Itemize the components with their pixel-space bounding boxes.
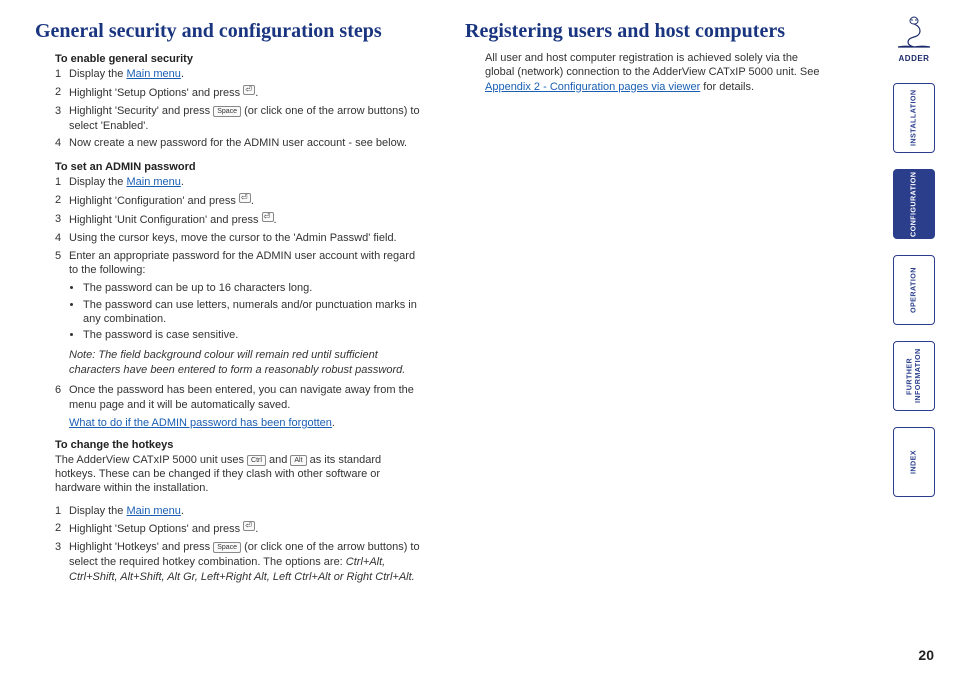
- space-key-icon: Space: [213, 542, 241, 553]
- ctrl-key-icon: Ctrl: [247, 455, 266, 466]
- sidebar: ADDER INSTALLATION CONFIGURATION OPERATI…: [884, 15, 944, 497]
- steps-change-hotkeys: 1Display the Main menu. 2Highlight 'Setu…: [55, 504, 425, 585]
- right-column: Registering users and host computers All…: [455, 20, 855, 665]
- link-forgotten-password[interactable]: What to do if the ADMIN password has bee…: [69, 417, 332, 429]
- nav-tabs: INSTALLATION CONFIGURATION OPERATION FUR…: [893, 83, 935, 497]
- hotkeys-intro: The AdderView CATxIP 5000 unit uses Ctrl…: [55, 453, 425, 496]
- brand-text: ADDER: [894, 54, 934, 63]
- subhead-change-hotkeys: To change the hotkeys: [55, 439, 425, 451]
- subhead-set-admin-password: To set an ADMIN password: [55, 161, 425, 173]
- password-rules: The password can be up to 16 characters …: [83, 281, 425, 342]
- enter-key-icon: [239, 193, 251, 203]
- tab-further-information[interactable]: FURTHER INFORMATION: [893, 341, 935, 411]
- brand-logo: ADDER: [894, 15, 934, 63]
- enter-key-icon: [243, 85, 255, 95]
- page-number: 20: [918, 647, 934, 663]
- password-note: Note: The field background colour will r…: [69, 348, 425, 377]
- enter-key-icon: [243, 521, 255, 531]
- alt-key-icon: Alt: [290, 455, 306, 466]
- tab-configuration[interactable]: CONFIGURATION: [893, 169, 935, 239]
- steps-admin-password: 1Display the Main menu. 2Highlight 'Conf…: [55, 175, 425, 278]
- link-main-menu[interactable]: Main menu: [126, 176, 180, 188]
- link-main-menu[interactable]: Main menu: [126, 68, 180, 80]
- heading-general-security: General security and configuration steps: [35, 20, 425, 43]
- heading-registering-users: Registering users and host computers: [465, 20, 825, 43]
- enter-key-icon: [262, 212, 274, 222]
- left-column: General security and configuration steps…: [35, 20, 455, 665]
- link-main-menu[interactable]: Main menu: [126, 505, 180, 517]
- link-appendix-2[interactable]: Appendix 2 - Configuration pages via vie…: [485, 81, 700, 93]
- registering-body: All user and host computer registration …: [485, 51, 825, 94]
- tab-operation[interactable]: OPERATION: [893, 255, 935, 325]
- adder-snake-icon: [894, 15, 934, 49]
- space-key-icon: Space: [213, 106, 241, 117]
- tab-index[interactable]: INDEX: [893, 427, 935, 497]
- steps-enable-security: 1Display the Main menu. 2Highlight 'Setu…: [55, 67, 425, 151]
- tab-installation[interactable]: INSTALLATION: [893, 83, 935, 153]
- subhead-enable-security: To enable general security: [55, 53, 425, 65]
